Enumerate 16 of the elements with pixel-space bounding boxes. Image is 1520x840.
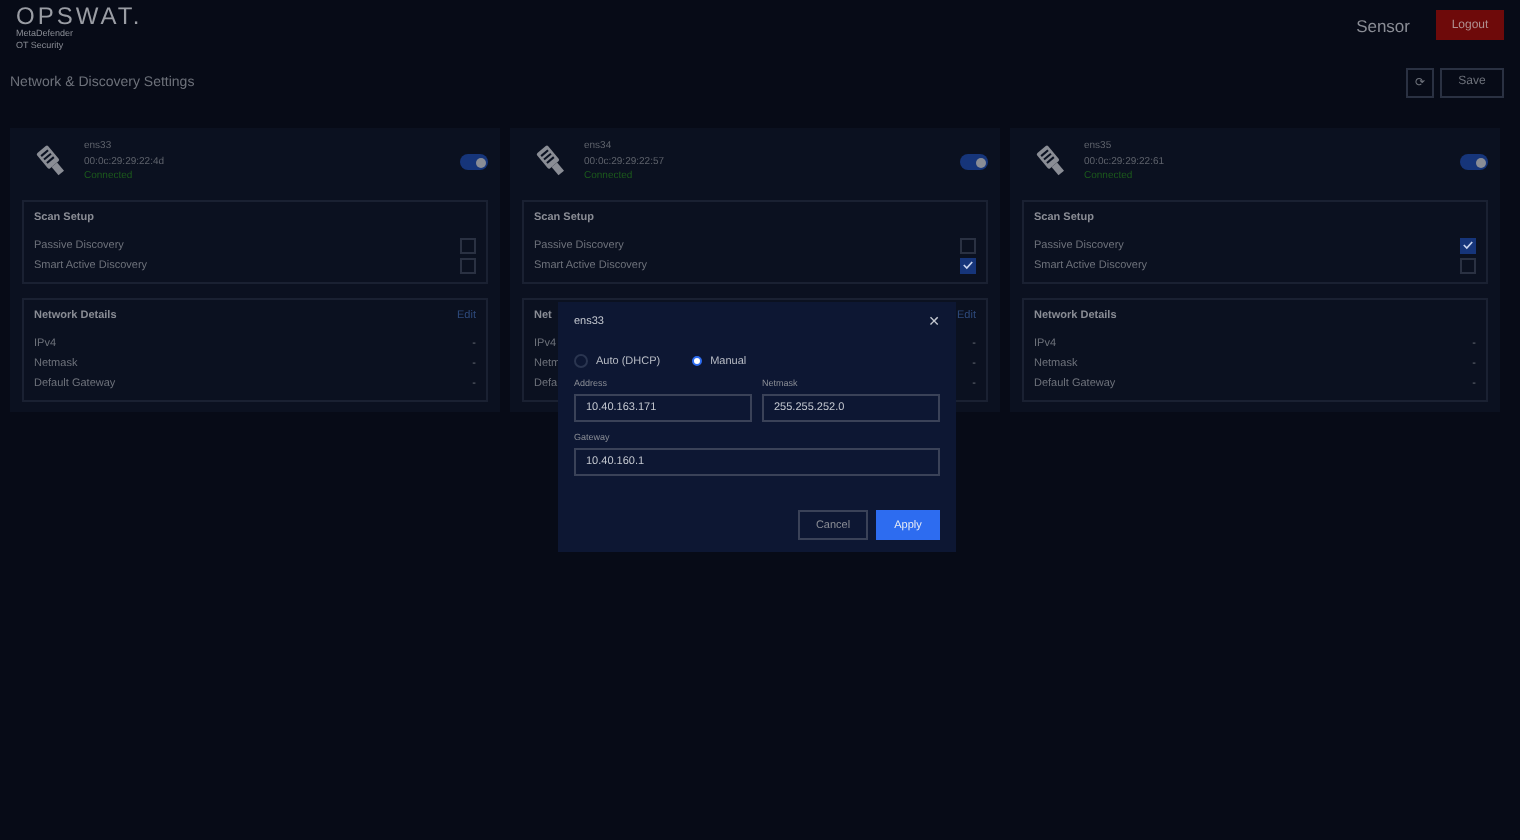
toggle-switch[interactable] (1460, 154, 1488, 171)
checkbox[interactable] (1460, 237, 1476, 253)
ethernet-plug-icon (1034, 144, 1070, 181)
ethernet-plug-icon (34, 144, 70, 181)
checkbox[interactable] (460, 257, 476, 273)
toggle-switch[interactable] (460, 154, 488, 171)
radio-button[interactable] (692, 356, 703, 366)
checkbox[interactable] (1460, 257, 1476, 273)
logo: OPSWAT. (16, 4, 143, 28)
toggle-switch[interactable] (960, 154, 988, 171)
user-name: Sensor (1356, 15, 1410, 35)
checkbox[interactable] (960, 237, 976, 253)
checkbox[interactable] (460, 237, 476, 253)
checkbox[interactable] (960, 257, 976, 273)
radio-button[interactable] (574, 354, 588, 368)
ethernet-plug-icon (534, 144, 570, 181)
